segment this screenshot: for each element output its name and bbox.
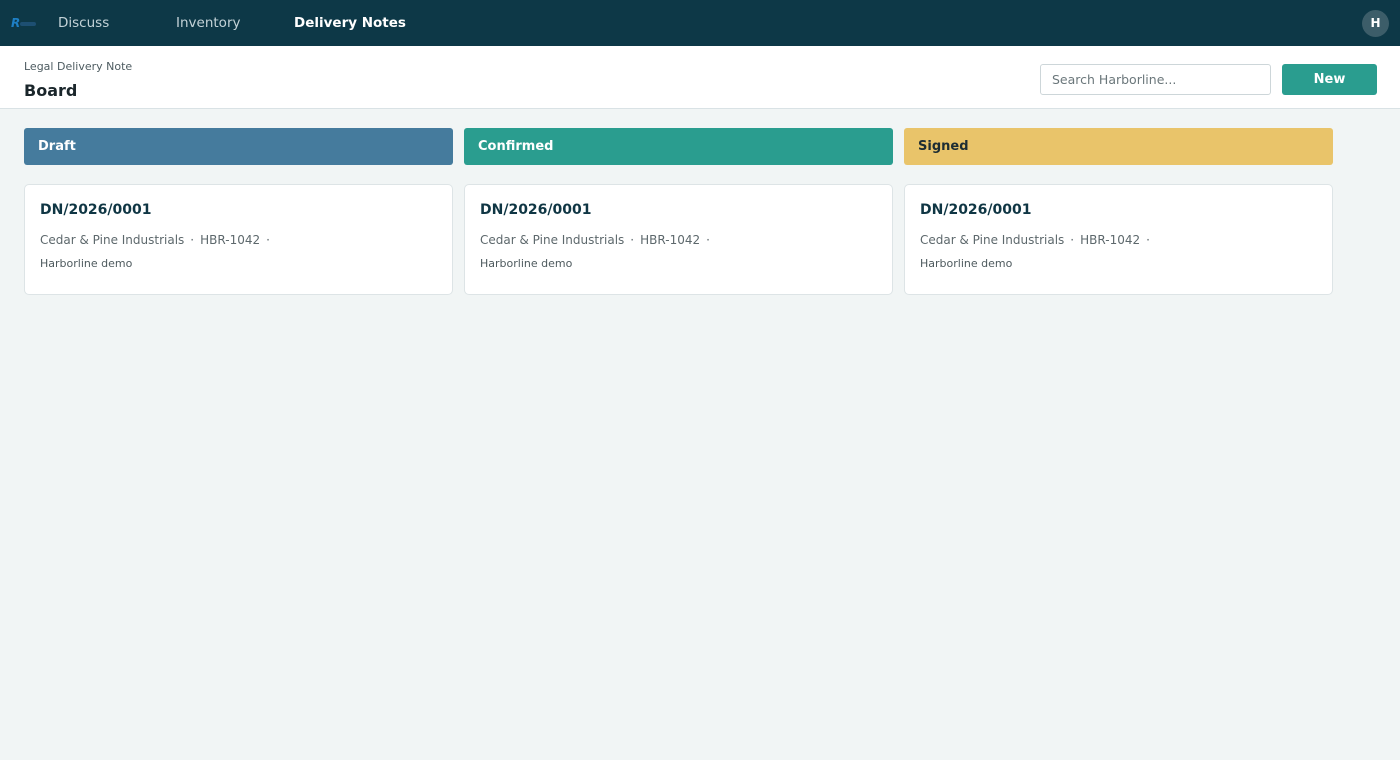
new-button[interactable]: New [1282,64,1377,95]
card-company: Harborline demo [920,257,1013,270]
card-meta: Cedar & Pine Industrials · HBR-1042 · [480,233,877,247]
card-partner: Cedar & Pine Industrials [480,233,625,247]
card-partner: Cedar & Pine Industrials [40,233,185,247]
card-reference: DN/2026/0001 [920,202,1032,218]
kanban-card[interactable]: DN/2026/0001 Cedar & Pine Industrials · HB… [24,184,453,295]
nav-item-delivery-notes[interactable]: Delivery Notes [294,0,406,46]
card-code: HBR-1042 [1080,233,1141,247]
separator-dot: · [1146,233,1150,247]
top-navbar: R Discuss Inventory Delivery Notes H [0,0,1400,46]
separator-dot: · [1070,233,1075,247]
user-avatar[interactable]: H [1362,10,1389,37]
column-header-confirmed[interactable]: Confirmed [464,128,893,165]
card-company: Harborline demo [480,257,573,270]
card-partner: Cedar & Pine Industrials [920,233,1065,247]
card-meta: Cedar & Pine Industrials · HBR-1042 · [920,233,1317,247]
card-meta: Cedar & Pine Industrials · HBR-1042 · [40,233,437,247]
nav-item-inventory[interactable]: Inventory [176,0,240,46]
separator-dot: · [706,233,710,247]
page-title: Board [24,81,78,100]
separator-dot: · [630,233,635,247]
kanban-card[interactable]: DN/2026/0001 Cedar & Pine Industrials · HB… [904,184,1333,295]
logo-icon[interactable]: R [10,14,40,32]
card-code: HBR-1042 [640,233,701,247]
nav-item-discuss[interactable]: Discuss [58,0,109,46]
breadcrumb[interactable]: Legal Delivery Note [24,60,132,73]
card-company: Harborline demo [40,257,133,270]
separator-dot: · [190,233,195,247]
search-input[interactable] [1040,64,1271,95]
svg-text:R: R [11,16,20,30]
kanban-column-draft: Draft DN/2026/0001 Cedar & Pine Industri… [24,128,453,295]
control-panel: Legal Delivery Note Board New [0,46,1400,109]
separator-dot: · [266,233,270,247]
kanban-column-confirmed: Confirmed DN/2026/0001 Cedar & Pine Indu… [464,128,893,295]
card-reference: DN/2026/0001 [480,202,592,218]
column-header-draft[interactable]: Draft [24,128,453,165]
card-reference: DN/2026/0001 [40,202,152,218]
kanban-card[interactable]: DN/2026/0001 Cedar & Pine Industrials · HB… [464,184,893,295]
kanban-column-signed: Signed DN/2026/0001 Cedar & Pine Industr… [904,128,1333,295]
column-header-signed[interactable]: Signed [904,128,1333,165]
card-code: HBR-1042 [200,233,261,247]
